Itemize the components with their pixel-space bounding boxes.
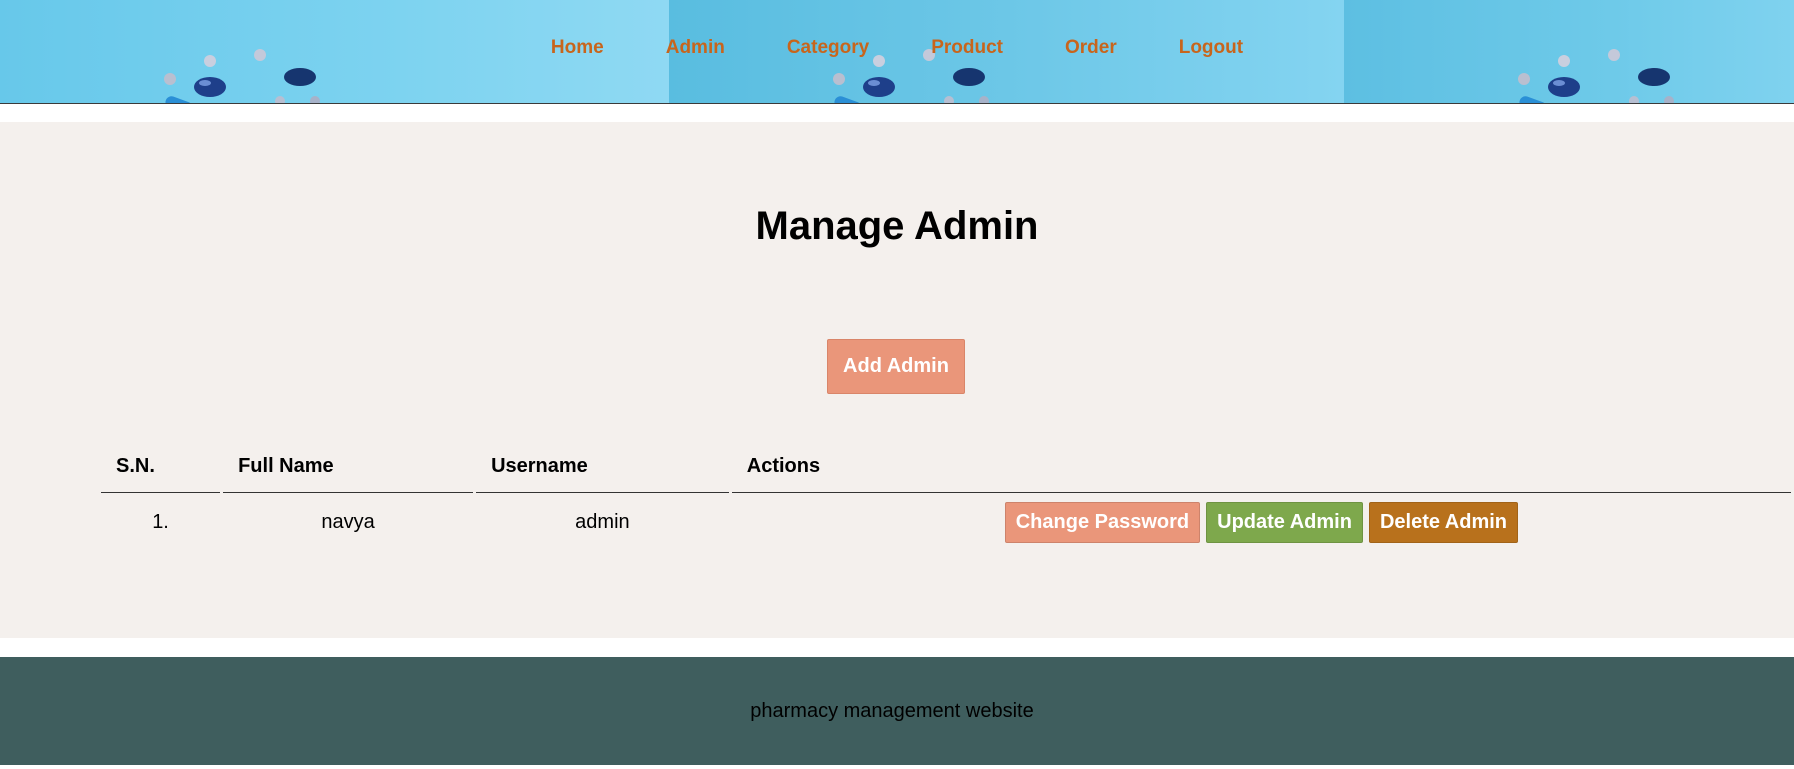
cell-full-name: navya xyxy=(321,510,375,533)
cell-username: admin xyxy=(575,510,630,533)
add-admin-button[interactable]: Add Admin xyxy=(827,339,965,394)
delete-admin-button[interactable]: Delete Admin xyxy=(1368,501,1519,543)
column-header-actions: Actions xyxy=(731,440,1791,493)
column-header-full-name: Full Name xyxy=(223,440,474,493)
change-password-button[interactable]: Change Password xyxy=(1004,501,1201,543)
footer: pharmacy management website xyxy=(0,657,1794,765)
cell-sn: 1. xyxy=(152,510,169,533)
page-title: Manage Admin xyxy=(755,204,1039,248)
cell-actions: Change Password Update Admin Delete Admi… xyxy=(732,493,1791,551)
nav-admin-link[interactable]: Admin xyxy=(666,37,725,59)
table-header-row: S.N. Full Name Username Actions xyxy=(101,440,1791,493)
row-actions: Change Password Update Admin Delete Admi… xyxy=(732,501,1791,543)
nav-logout-link[interactable]: Logout xyxy=(1179,37,1243,59)
nav-home-link[interactable]: Home xyxy=(551,37,604,59)
footer-text: pharmacy management website xyxy=(750,699,1034,722)
update-admin-button[interactable]: Update Admin xyxy=(1206,501,1363,543)
column-header-sn: S.N. xyxy=(101,440,221,493)
header-banner: Home Admin Category Product Order Logout xyxy=(0,0,1794,104)
nav-category-link[interactable]: Category xyxy=(787,37,869,59)
table-row: 1. navya admin Change Password Update Ad… xyxy=(101,493,1791,551)
column-header-username: Username xyxy=(476,440,729,493)
nav-product-link[interactable]: Product xyxy=(931,37,1003,59)
nav-order-link[interactable]: Order xyxy=(1065,37,1117,59)
admin-table: S.N. Full Name Username Actions 1. navya… xyxy=(98,440,1794,551)
main-nav: Home Admin Category Product Order Logout xyxy=(0,0,1794,96)
main-content: Manage Admin Add Admin S.N. Full Name Us… xyxy=(0,122,1794,638)
